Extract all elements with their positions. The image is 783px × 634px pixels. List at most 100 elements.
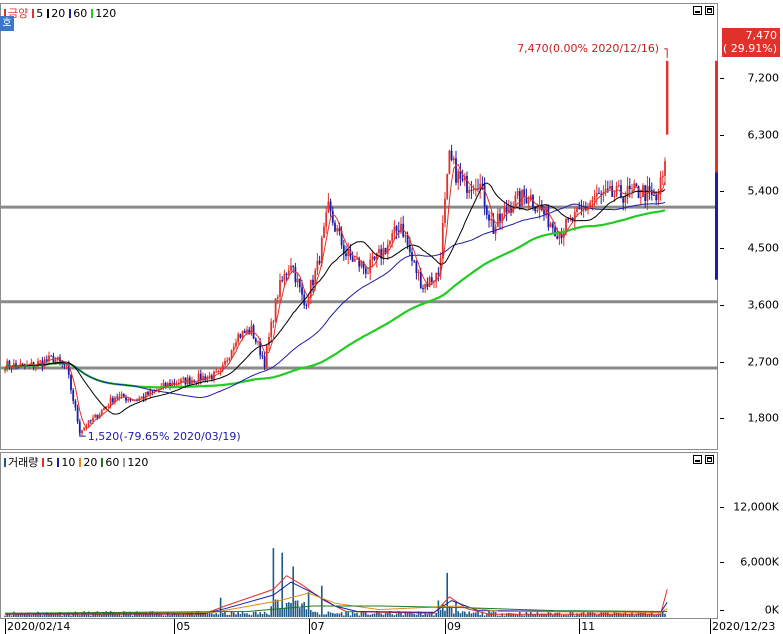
volume-bar <box>288 602 290 617</box>
candle-body <box>76 407 79 422</box>
volume-bar <box>439 609 442 617</box>
volume-tick-label: 0K <box>764 603 779 617</box>
candle-body <box>261 355 264 357</box>
volume-ma-line-10 <box>5 581 668 615</box>
candle-body <box>213 371 215 380</box>
candle-body <box>373 256 376 260</box>
volume-bar <box>618 612 620 617</box>
candle-body <box>419 272 422 289</box>
candle-body <box>292 265 295 268</box>
volume-bar <box>367 614 369 617</box>
candle-body <box>653 194 655 196</box>
volume-bar <box>351 612 354 617</box>
volume-tick <box>720 561 724 563</box>
candle-body <box>239 334 242 338</box>
candle-body <box>604 188 607 193</box>
candle-body <box>558 233 561 239</box>
volume-bar <box>285 602 288 617</box>
volume-bar <box>554 613 556 617</box>
volume-bar <box>596 615 598 617</box>
candle-body <box>576 207 578 212</box>
volume-bar <box>470 613 473 617</box>
volume-bar <box>395 613 398 617</box>
volume-bar <box>472 612 475 617</box>
candle-body <box>411 252 413 261</box>
volume-ma-line-5 <box>5 575 668 615</box>
candle-body <box>215 371 218 373</box>
volume-bar <box>391 614 393 617</box>
price-tick-label: 4,500 <box>747 241 780 255</box>
volume-bar <box>30 614 33 617</box>
volume-bar <box>160 614 162 617</box>
volume-bar <box>508 612 510 617</box>
volume-bar <box>369 614 371 617</box>
volume-tick-label: 6,000K <box>740 555 779 569</box>
date-tick <box>5 619 6 634</box>
volume-bar <box>250 615 253 617</box>
volume-bar <box>411 613 413 617</box>
candle-body <box>268 336 270 346</box>
candle-body <box>298 278 301 288</box>
volume-bar <box>662 611 664 617</box>
candle-body <box>94 414 97 418</box>
volume-bar <box>387 612 389 617</box>
candle-body <box>279 280 281 297</box>
volume-bar <box>270 606 272 617</box>
volume-bar <box>464 611 466 617</box>
candle-body <box>378 249 380 253</box>
volume-bar <box>545 614 547 617</box>
candle-body <box>624 197 627 203</box>
volume-bar <box>448 606 451 617</box>
candle-body <box>470 190 473 192</box>
candle-body <box>556 236 559 239</box>
volume-axis: 12,000K 6,000K 0K <box>720 452 783 619</box>
volume-bar <box>585 615 587 617</box>
current-price-value: 7,470 <box>745 29 778 42</box>
candle-body <box>589 202 592 207</box>
date-tick-label: 2020/02/14 <box>7 620 71 633</box>
candle-body <box>567 218 570 220</box>
price-tick-label: 2,700 <box>747 355 780 369</box>
candle-body <box>648 186 651 191</box>
volume-bar <box>642 612 644 617</box>
candle-body <box>331 210 334 223</box>
candle-body <box>516 191 519 196</box>
volume-bar <box>180 615 182 617</box>
price-tick-label: 7,200 <box>747 71 780 85</box>
volume-bar <box>98 614 101 617</box>
candle-body <box>606 188 609 190</box>
ma120-line <box>4 209 666 389</box>
price-tick-label: 5,400 <box>747 184 780 198</box>
date-tick <box>308 619 310 634</box>
candle-body <box>89 420 92 422</box>
volume-bar <box>422 614 424 617</box>
volume-bar <box>281 552 283 617</box>
volume-bar <box>378 612 380 617</box>
volume-bar <box>279 608 281 617</box>
volume-bar <box>310 610 312 617</box>
candle-body <box>250 325 253 335</box>
candle-body <box>336 228 339 232</box>
volume-bar <box>131 615 134 617</box>
volume-bar <box>380 613 382 617</box>
volume-bar <box>305 609 308 617</box>
candle-body <box>329 201 332 211</box>
volume-bar <box>483 615 486 617</box>
high-price-annotation: 7,470(0.00% 2020/12/16) <box>517 41 660 55</box>
candle-body <box>81 430 83 434</box>
candle-body <box>395 226 398 231</box>
volume-bar <box>314 611 316 617</box>
volume-bar <box>120 615 123 617</box>
candle-body <box>208 375 211 378</box>
volume-bar <box>560 615 563 617</box>
volume-bar <box>382 614 385 617</box>
volume-bar <box>538 614 541 617</box>
volume-bar <box>435 613 437 617</box>
candle-body <box>334 222 336 232</box>
candle-body <box>325 212 328 227</box>
candle-body <box>613 195 616 197</box>
candle-body <box>237 334 240 343</box>
candle-body <box>290 265 292 271</box>
candle-body <box>490 218 493 221</box>
candle-body <box>461 178 464 181</box>
